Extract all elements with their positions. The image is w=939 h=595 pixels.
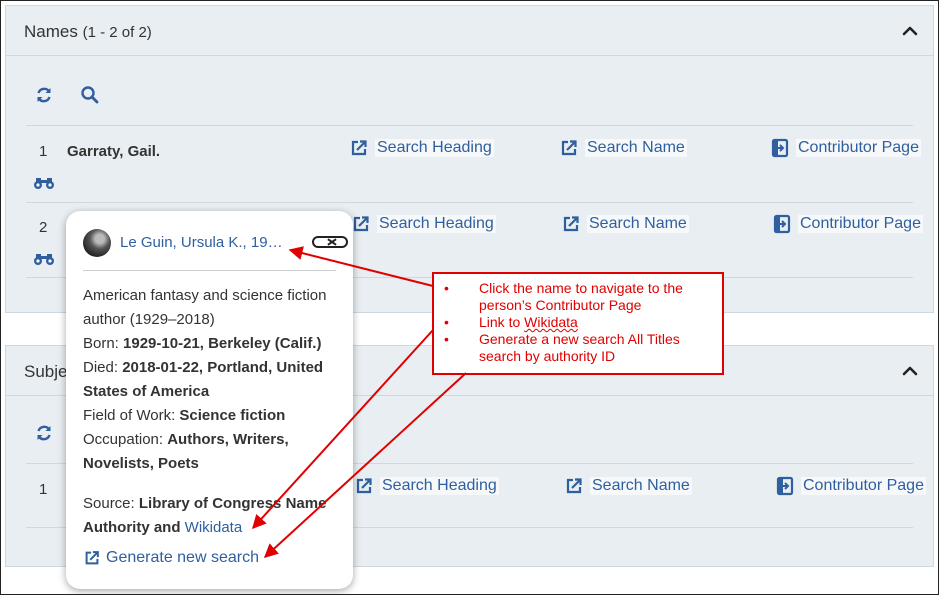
popup-died: Died: 2018-01-22, Portland, United State… — [83, 359, 324, 400]
popup-name-link[interactable]: Le Guin, Ursula K., 19… — [120, 234, 283, 251]
search-heading-link[interactable]: Search Heading — [354, 476, 499, 496]
search-heading-link[interactable]: Search Heading — [349, 138, 494, 158]
annotation-item: Click the name to navigate to the person… — [444, 280, 720, 314]
popup-body: American fantasy and science fiction aut… — [83, 284, 341, 540]
popup-born: Born: 1929-10-21, Berkeley (Calif.) — [83, 335, 322, 352]
external-link-icon — [356, 478, 372, 494]
authority-popup: Le Guin, Ursula K., 19… American fantasy… — [66, 211, 353, 589]
subjects-panel-title: Subje — [24, 362, 68, 381]
external-link-icon — [566, 478, 582, 494]
contributor-page-link[interactable]: Contributor Page — [772, 214, 923, 234]
close-icon[interactable] — [312, 236, 348, 248]
search-name-link[interactable]: Search Name — [559, 138, 687, 158]
wikidata-link[interactable]: Wikidata — [185, 519, 243, 536]
row-divider — [26, 125, 913, 126]
row-name[interactable]: Garraty, Gail. — [67, 143, 160, 160]
contributor-page-link[interactable]: Contributor Page — [775, 476, 926, 496]
external-link-icon — [85, 551, 99, 565]
names-count: (1 - 2 of 2) — [82, 24, 152, 41]
contributor-page-icon — [771, 138, 789, 158]
contributor-page-link[interactable]: Contributor Page — [770, 138, 921, 158]
search-icon[interactable] — [80, 85, 100, 105]
chevron-up-icon[interactable] — [901, 362, 919, 380]
external-link-icon — [561, 140, 577, 156]
annotation-item: Link to Wikidata — [444, 314, 720, 331]
names-panel-title: Names (1 - 2 of 2) — [24, 22, 152, 41]
external-link-icon — [351, 140, 367, 156]
generate-new-search-link[interactable]: Generate new search — [83, 549, 259, 567]
annotation-callout: Click the name to navigate to the person… — [432, 272, 724, 375]
popup-occupation: Occupation: Authors, Writers, Novelists,… — [83, 431, 289, 472]
contributor-page-icon — [773, 214, 791, 234]
annotation-item: Generate a new search All Titles search … — [444, 331, 720, 365]
row-number: 1 — [39, 481, 48, 498]
avatar — [83, 229, 111, 257]
row-number: 1 — [39, 143, 48, 160]
refresh-icon[interactable] — [34, 423, 54, 443]
search-name-link[interactable]: Search Name — [564, 476, 692, 496]
refresh-icon[interactable] — [34, 85, 54, 105]
search-name-link[interactable]: Search Name — [561, 214, 689, 234]
contributor-page-icon — [776, 476, 794, 496]
popup-divider — [83, 270, 336, 271]
row-divider — [26, 202, 913, 203]
search-heading-link[interactable]: Search Heading — [351, 214, 496, 234]
row-number: 2 — [39, 219, 48, 236]
screenshot-frame: Names (1 - 2 of 2) 1 Garraty, Gail. Sear… — [0, 0, 939, 595]
popup-field-of-work: Field of Work: Science fiction — [83, 407, 286, 424]
external-link-icon — [563, 216, 579, 232]
chevron-up-icon[interactable] — [901, 22, 919, 40]
popup-description: American fantasy and science fiction aut… — [83, 287, 327, 328]
binoculars-icon[interactable] — [33, 252, 55, 266]
popup-source: Source: Library of Congress Name Authori… — [83, 495, 327, 536]
binoculars-icon[interactable] — [33, 176, 55, 190]
external-link-icon — [353, 216, 369, 232]
names-panel-header[interactable]: Names (1 - 2 of 2) — [6, 6, 933, 56]
